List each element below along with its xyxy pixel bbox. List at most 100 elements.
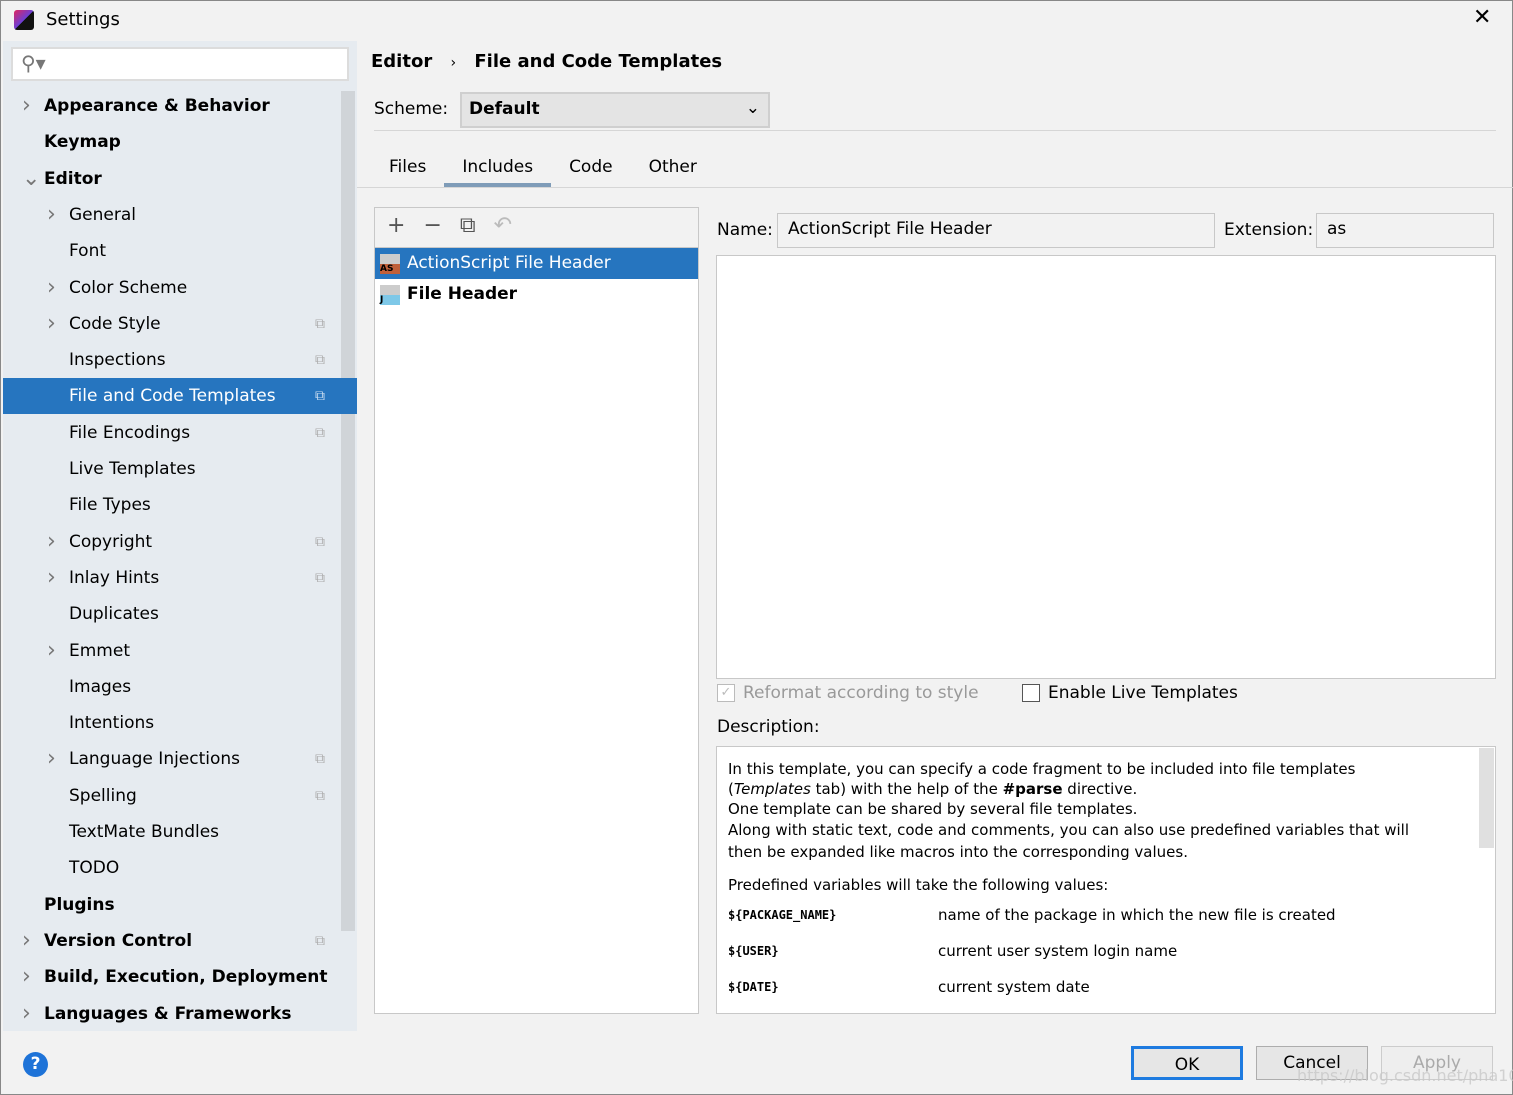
sidebar-item-label: File Encodings	[69, 422, 191, 443]
scheme-dropdown[interactable]: Default ⌄	[460, 92, 770, 128]
tab-other[interactable]: Other	[631, 151, 715, 187]
description-scrollbar[interactable]	[1479, 748, 1494, 848]
template-editor[interactable]	[716, 255, 1496, 679]
close-icon[interactable]: ✕	[1473, 5, 1491, 30]
sidebar-item-file-encodings[interactable]: File Encodings ⧉	[3, 415, 357, 451]
sidebar-item-label: Inlay Hints	[69, 567, 160, 588]
chevron-right-icon[interactable]: ›	[47, 741, 56, 777]
sidebar-item-language-injections[interactable]: › Language Injections ⧉	[3, 741, 357, 777]
sidebar-item-copyright[interactable]: › Copyright ⧉	[3, 524, 357, 560]
text: #parse	[1002, 780, 1063, 798]
divider	[357, 187, 1513, 188]
sidebar-item-intentions[interactable]: Intentions	[3, 705, 357, 741]
sidebar-item-keymap[interactable]: Keymap	[3, 124, 357, 160]
checkmark-icon: ✓	[717, 684, 735, 702]
sidebar-item-label: Emmet	[69, 640, 130, 661]
search-input[interactable]: ⚲▾	[11, 47, 349, 81]
title-bar: Settings ✕	[1, 1, 1513, 41]
sidebar-item-label: Build, Execution, Deployment	[44, 967, 328, 988]
variable-name: ${USER}	[728, 944, 779, 958]
sidebar-item-file-types[interactable]: File Types	[3, 487, 357, 523]
template-item[interactable]: J File Header	[375, 279, 698, 310]
sidebar-item-version-control[interactable]: › Version Control ⧉	[3, 923, 357, 959]
sidebar-item-label: Spelling	[69, 785, 137, 806]
breadcrumb-parent[interactable]: Editor	[371, 51, 432, 72]
sidebar-item-label: General	[69, 204, 136, 225]
chevron-right-icon[interactable]: ›	[47, 560, 56, 596]
template-tabs: Files Includes Code Other	[371, 151, 715, 187]
ok-button[interactable]: OK	[1131, 1046, 1243, 1080]
tab-files[interactable]: Files	[371, 151, 444, 187]
chevron-down-icon[interactable]: ⌄	[22, 161, 40, 197]
sidebar-item-languages-frameworks[interactable]: › Languages & Frameworks	[3, 996, 357, 1032]
variable-row: ${DATE} current system date	[728, 977, 1435, 1013]
chevron-right-icon[interactable]: ›	[47, 524, 56, 560]
sidebar-item-emmet[interactable]: › Emmet	[3, 633, 357, 669]
window-title: Settings	[46, 9, 120, 30]
project-settings-icon: ⧉	[315, 424, 325, 441]
chevron-right-icon[interactable]: ›	[47, 633, 56, 669]
breadcrumb-separator: ›	[450, 55, 457, 71]
breadcrumb-current: File and Code Templates	[474, 51, 723, 72]
chevron-right-icon[interactable]: ›	[47, 197, 56, 233]
sidebar-item-label: Version Control	[44, 930, 193, 951]
sidebar-item-color-scheme[interactable]: › Color Scheme	[3, 270, 357, 306]
sidebar-item-inlay-hints[interactable]: › Inlay Hints ⧉	[3, 560, 357, 596]
sidebar-item-label: Inspections	[69, 350, 166, 371]
sidebar-item-plugins[interactable]: Plugins	[3, 887, 357, 923]
sidebar-item-live-templates[interactable]: Live Templates	[3, 451, 357, 487]
copy-icon[interactable]: ⧉	[460, 213, 476, 242]
chevron-down-icon: ⌄	[745, 98, 760, 118]
chevron-right-icon[interactable]: ›	[22, 923, 31, 959]
add-icon[interactable]: +	[387, 213, 405, 242]
sidebar-item-code-style[interactable]: › Code Style ⧉	[3, 306, 357, 342]
chevron-right-icon[interactable]: ›	[22, 996, 31, 1032]
sidebar-item-label: Plugins	[44, 894, 115, 915]
sidebar-item-todo[interactable]: TODO	[3, 850, 357, 886]
breadcrumb: Editor › File and Code Templates	[371, 51, 734, 72]
chevron-right-icon[interactable]: ›	[22, 959, 31, 995]
search-icon: ⚲▾	[21, 51, 46, 75]
sidebar-item-label: Intentions	[69, 713, 155, 734]
sidebar-item-textmate-bundles[interactable]: TextMate Bundles	[3, 814, 357, 850]
actionscript-file-icon: AS	[380, 254, 400, 274]
help-button[interactable]: ?	[23, 1052, 48, 1077]
sidebar-item-file-and-code-templates[interactable]: File and Code Templates ⧉	[3, 378, 357, 415]
sidebar-item-inspections[interactable]: Inspections ⧉	[3, 342, 357, 378]
chevron-right-icon[interactable]: ›	[22, 88, 31, 124]
description-paragraph: In this template, you can specify a code…	[728, 759, 1435, 799]
sidebar-item-label: Code Style	[69, 313, 161, 334]
sidebar-item-duplicates[interactable]: Duplicates	[3, 596, 357, 632]
sidebar-item-spelling[interactable]: Spelling ⧉	[3, 778, 357, 814]
description-paragraph: Along with static text, code and comment…	[728, 821, 1410, 861]
name-field[interactable]: ActionScript File Header	[777, 213, 1215, 248]
sidebar-item-editor[interactable]: ⌄ Editor	[3, 161, 357, 197]
tab-code[interactable]: Code	[551, 151, 631, 187]
scheme-value: Default	[469, 99, 540, 119]
sidebar-item-font[interactable]: Font	[3, 233, 357, 269]
remove-icon[interactable]: −	[423, 213, 441, 242]
chevron-right-icon[interactable]: ›	[47, 270, 56, 306]
intellij-app-icon	[14, 10, 34, 30]
reformat-checkbox[interactable]: ✓ Reformat according to style	[717, 683, 979, 703]
sidebar-item-label: File Types	[69, 495, 151, 516]
chevron-right-icon[interactable]: ›	[47, 306, 56, 342]
sidebar-item-images[interactable]: Images	[3, 669, 357, 705]
sidebar-item-build-execution-deployment[interactable]: › Build, Execution, Deployment	[3, 959, 357, 995]
text: Templates	[733, 780, 811, 798]
reset-icon[interactable]: ↶	[494, 213, 512, 242]
project-settings-icon: ⧉	[315, 352, 325, 369]
description-paragraph: One template can be shared by several fi…	[728, 800, 1138, 818]
description-panel: In this template, you can specify a code…	[716, 746, 1496, 1014]
sidebar-item-appearance-behavior[interactable]: › Appearance & Behavior	[3, 88, 357, 124]
sidebar-item-general[interactable]: › General	[3, 197, 357, 233]
project-settings-icon: ⧉	[315, 315, 325, 332]
extension-field[interactable]: as	[1316, 213, 1494, 248]
description-label: Description:	[717, 717, 820, 737]
sidebar-item-label: TODO	[69, 858, 120, 879]
sidebar-item-label: Duplicates	[69, 604, 159, 625]
variable-row: ${PACKAGE_NAME} name of the package in wh…	[728, 905, 1435, 941]
tab-includes[interactable]: Includes	[444, 151, 552, 187]
template-item[interactable]: AS ActionScript File Header	[375, 248, 698, 279]
live-templates-checkbox[interactable]: Enable Live Templates	[1022, 683, 1238, 703]
